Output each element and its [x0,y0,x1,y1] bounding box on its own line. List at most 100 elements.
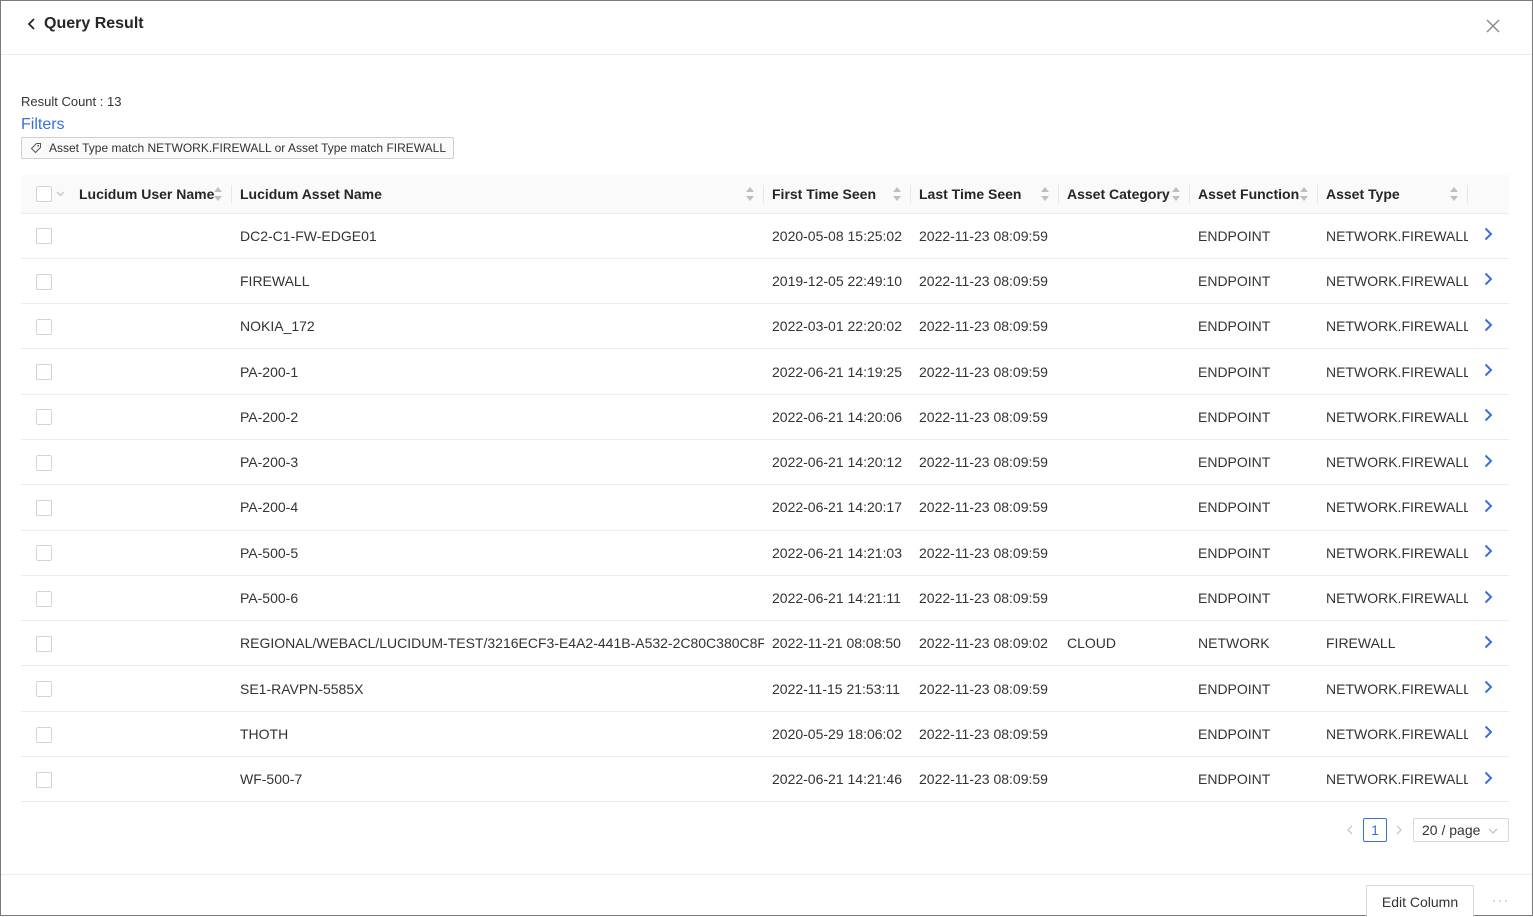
column-header-asset-category[interactable]: Asset Category [1059,175,1190,214]
panel-footer [1,874,1532,917]
pagination-prev-icon[interactable] [1344,823,1356,837]
table-row[interactable]: FIREWALL 2019-12-05 22:49:10 2022-11-23 08… [21,258,1509,305]
table-row[interactable]: PA-200-3 2022-06-21 14:20:12 2022-11-23 08… [21,439,1509,486]
column-label: Asset Category [1067,185,1170,202]
cell-user-name [21,348,232,395]
cell-category [1059,756,1190,803]
pagination-next-icon[interactable] [1393,823,1405,837]
cell-asset: THOTH [232,711,764,758]
row-checkbox[interactable] [36,273,52,290]
chevron-right-icon[interactable] [1482,499,1494,513]
cell-row-action [1468,213,1509,259]
column-header-last-seen[interactable]: Last Time Seen [911,175,1059,214]
cell-function: ENDPOINT [1190,575,1318,622]
table-row[interactable]: PA-200-4 2022-06-21 14:20:17 2022-11-23 08… [21,484,1509,531]
cell-type: NETWORK.FIREWALL [1318,303,1468,350]
cell-last: 2022-11-23 08:09:59 [911,575,1059,622]
cell-first: 2022-06-21 14:21:03 [764,530,911,576]
cell-category [1059,213,1190,259]
more-options-button[interactable]: ··· [1492,892,1509,908]
sort-icon[interactable] [1041,187,1049,201]
chevron-right-icon[interactable] [1482,680,1494,694]
sort-icon[interactable] [1172,187,1180,201]
row-checkbox[interactable] [36,318,52,335]
row-checkbox[interactable] [36,545,52,562]
cell-first: 2022-06-21 14:20:17 [764,484,911,531]
chevron-right-icon[interactable] [1482,408,1494,422]
chevron-right-icon[interactable] [1482,272,1494,286]
chevron-right-icon[interactable] [1482,363,1494,377]
sort-icon[interactable] [893,187,901,201]
table-row[interactable]: SE1-RAVPN-5585X 2022-11-15 21:53:11 2022-1… [21,665,1509,712]
table-row[interactable]: DC2-C1-FW-EDGE01 2020-05-08 15:25:02 2022-… [21,213,1509,259]
column-header-asset-function[interactable]: Asset Function [1190,175,1318,214]
chevron-right-icon[interactable] [1482,318,1494,332]
table-row[interactable]: WF-500-7 2022-06-21 14:21:46 2022-11-23 08… [21,756,1509,803]
table-row[interactable]: REGIONAL/WEBACL/LUCIDUM-TEST/3216ECF3-E4… [21,620,1509,667]
column-header-actions [1468,175,1509,214]
row-checkbox[interactable] [36,771,52,788]
chevron-right-icon[interactable] [1482,544,1494,558]
chevron-right-icon[interactable] [1482,635,1494,649]
cell-category [1059,258,1190,305]
sort-icon[interactable] [746,187,754,201]
chevron-right-icon[interactable] [1482,227,1494,241]
back-button[interactable]: Query Result [25,15,144,33]
cell-last: 2022-11-23 08:09:59 [911,394,1059,440]
sort-icon[interactable] [1450,187,1458,201]
close-icon[interactable] [1484,17,1502,35]
cell-user-name [21,303,232,350]
cell-type: FIREWALL [1318,620,1468,667]
row-checkbox[interactable] [36,681,52,698]
cell-row-action [1468,665,1509,712]
row-checkbox[interactable] [36,635,52,652]
cell-last: 2022-11-23 08:09:02 [911,620,1059,667]
sort-icon[interactable] [1300,187,1308,201]
cell-asset: NOKIA_172 [232,303,764,350]
table-row[interactable]: PA-500-5 2022-06-21 14:21:03 2022-11-23 08… [21,530,1509,576]
cell-asset: PA-500-5 [232,530,764,576]
column-header-first-seen[interactable]: First Time Seen [764,175,911,214]
cell-row-action [1468,530,1509,576]
page-size-select[interactable]: 20 / page [1413,818,1509,842]
row-checkbox[interactable] [36,726,52,743]
row-checkbox[interactable] [36,500,52,517]
sort-icon[interactable] [214,187,222,201]
cell-user-name [21,711,232,758]
pagination-page-1[interactable]: 1 [1363,818,1387,842]
column-header-asset-type[interactable]: Asset Type [1318,175,1468,214]
table-row[interactable]: THOTH 2020-05-29 18:06:02 2022-11-23 08:09… [21,711,1509,758]
chevron-right-icon[interactable] [1482,590,1494,604]
cell-last: 2022-11-23 08:09:59 [911,348,1059,395]
cell-first: 2022-06-21 14:21:11 [764,575,911,622]
table-row[interactable]: NOKIA_172 2022-03-01 22:20:02 2022-11-23 0… [21,303,1509,350]
cell-asset: PA-200-3 [232,439,764,486]
row-checkbox[interactable] [36,454,52,471]
filter-tag: Asset Type match NETWORK.FIREWALL or Ass… [21,137,455,159]
table-row[interactable]: PA-200-2 2022-06-21 14:20:06 2022-11-23 08… [21,394,1509,440]
cell-function: ENDPOINT [1190,530,1318,576]
column-header-asset-name[interactable]: Lucidum Asset Name [232,175,764,214]
chevron-right-icon[interactable] [1482,771,1494,785]
chevron-down-icon[interactable] [56,189,65,198]
select-all-checkbox[interactable] [36,185,52,202]
filters-link[interactable]: Filters [21,116,65,134]
cell-asset: DC2-C1-FW-EDGE01 [232,213,764,259]
row-checkbox[interactable] [36,364,52,381]
column-header-user-name[interactable]: Lucidum User Name [21,175,232,214]
edit-column-button[interactable]: Edit Column [1366,885,1474,917]
cell-row-action [1468,258,1509,305]
chevron-right-icon[interactable] [1482,454,1494,468]
cell-type: NETWORK.FIREWALL [1318,756,1468,803]
row-checkbox[interactable] [36,590,52,607]
table-row[interactable]: PA-500-6 2022-06-21 14:21:11 2022-11-23 08… [21,575,1509,622]
chevron-right-icon[interactable] [1482,725,1494,739]
table-row[interactable]: PA-200-1 2022-06-21 14:19:25 2022-11-23 08… [21,348,1509,395]
row-checkbox[interactable] [36,228,52,245]
cell-first: 2020-05-29 18:06:02 [764,711,911,758]
cell-type: NETWORK.FIREWALL [1318,439,1468,486]
row-checkbox[interactable] [36,409,52,426]
cell-category [1059,348,1190,395]
column-label: Asset Function [1198,185,1300,202]
column-label: Asset Type [1326,185,1400,202]
